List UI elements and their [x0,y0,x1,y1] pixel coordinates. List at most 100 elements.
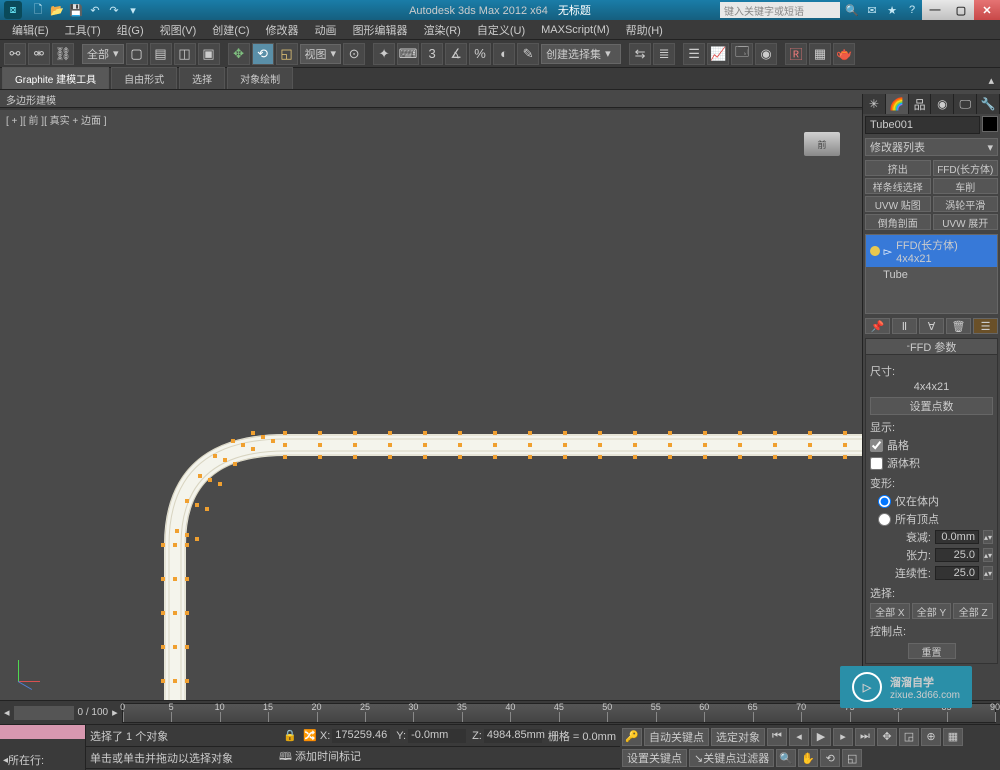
key-lock-icon[interactable]: 🔑 [622,728,642,746]
mirror-icon[interactable]: ⇆ [629,43,651,65]
viewport-label[interactable]: [ + ][ 前 ][ 真实 + 边面 ] [6,112,107,127]
menu-tools[interactable]: 工具(T) [57,22,109,38]
render-setup-icon[interactable]: 🅁 [785,43,807,65]
edit-selset-icon[interactable]: ✎ [517,43,539,65]
source-checkbox[interactable]: 源体积 [870,455,993,471]
coord-y[interactable]: Y:-0.0mm [396,729,466,743]
menu-customize[interactable]: 自定义(U) [469,22,533,38]
selection-filter-dropdown[interactable]: 全部▾ [82,44,124,64]
object-name-input[interactable]: Tube001 [865,116,980,134]
menu-group[interactable]: 组(G) [109,22,152,38]
remove-icon[interactable]: 🗑 [946,318,971,334]
menu-grapheditors[interactable]: 图形编辑器 [345,22,416,38]
qat-undo-icon[interactable]: ↶ [87,2,103,18]
coord-x[interactable]: 🔀 X:175259.46 [303,729,390,743]
manipulate-icon[interactable]: ✦ [373,43,395,65]
tab-paint[interactable]: 对象绘制 [227,67,293,89]
align-icon[interactable]: ≣ [653,43,675,65]
menu-modifiers[interactable]: 修改器 [258,22,307,38]
mod-btn-spline[interactable]: 样条线选择 [865,178,931,194]
qat-redo-icon[interactable]: ↷ [106,2,122,18]
pin-stack-icon[interactable]: 📌 [865,318,890,334]
nav-pan-icon[interactable]: ✋ [798,749,818,767]
keyfilter-button[interactable]: ↘ 关键点过滤器 [689,749,774,767]
tab-selection[interactable]: 选择 [179,67,225,89]
select-by-name-icon[interactable]: ▤ [150,43,172,65]
named-selset-dropdown[interactable]: 创建选择集▾ [541,44,621,64]
menu-maxscript[interactable]: MAXScript(M) [533,24,617,36]
mod-btn-bevel[interactable]: 倒角剖面 [865,214,931,230]
lattice-checkbox[interactable]: 晶格 [870,437,993,453]
unique-icon[interactable]: ∀ [919,318,944,334]
stack-item-ffd[interactable]: ▻ FFD(长方体) 4x4x21 [866,235,997,267]
menu-animation[interactable]: 动画 [307,22,345,38]
time-slider-handle[interactable] [14,706,74,720]
selected-object-tube[interactable] [155,345,875,725]
tab-display-icon[interactable]: 🖵 [954,94,977,114]
lock-icon[interactable]: 🔒 [283,729,297,742]
percent-snap-icon[interactable]: % [469,43,491,65]
curve-editor-icon[interactable]: 📈 [707,43,729,65]
tension-spinner[interactable]: 张力:25.0▴▾ [870,547,993,563]
rotate-icon[interactable]: ⟲ [252,43,274,65]
select-region-icon[interactable]: ◫ [174,43,196,65]
stack-item-tube[interactable]: Tube [866,267,997,283]
track-row[interactable] [0,725,85,739]
selset-field[interactable]: 选定对象 [711,728,765,746]
tab-freeform[interactable]: 自由形式 [111,67,177,89]
tab-motion-icon[interactable]: ◉ [931,94,954,114]
autokey-button[interactable]: 自动关键点 [644,728,709,746]
minimize-button[interactable]: — [922,0,948,20]
modifier-stack[interactable]: ▻ FFD(长方体) 4x4x21 Tube [865,234,998,314]
bind-icon[interactable]: ⛓ [52,43,74,65]
prev-frame-icon[interactable]: ◂ [789,728,809,746]
add-time-tag-button[interactable]: 🕮 添加时间标记 [279,748,361,767]
help-search-input[interactable]: 键入关键字或短语 [720,2,840,18]
object-color-swatch[interactable] [982,116,998,132]
deform-in-radio[interactable]: 仅在体内 [878,493,993,509]
track-row[interactable] [0,739,85,753]
timeline-arrow-right-icon[interactable]: ▸ [112,706,118,719]
tab-graphite[interactable]: Graphite 建模工具 [2,67,109,89]
qat-save-icon[interactable]: 💾 [68,2,84,18]
nav-zoom-icon[interactable]: 🔍 [776,749,796,767]
continuity-spinner[interactable]: 连续性:25.0▴▾ [870,565,993,581]
viewport[interactable]: [ + ][ 前 ][ 真实 + 边面 ] 前 [0,110,862,700]
favorites-icon[interactable]: ★ [884,2,900,18]
schematic-icon[interactable]: 🗔 [731,43,753,65]
tab-hierarchy-icon[interactable]: 品 [909,94,932,114]
keymode-icon[interactable]: ⌨ [397,43,419,65]
help-search-icon[interactable]: 🔍 [844,2,860,18]
tab-utilities-icon[interactable]: 🔧 [977,94,1000,114]
mod-btn-lathe[interactable]: 车削 [933,178,999,194]
snap-toggle-icon[interactable]: 3 [421,43,443,65]
ref-coord-dropdown[interactable]: 视图▾ [300,44,342,64]
qat-new-icon[interactable]: 🗋 [30,2,46,18]
coord-z[interactable]: Z:4984.85mm [472,729,542,743]
pivot-icon[interactable]: ⊙ [343,43,365,65]
timeline-arrow-left-icon[interactable]: ◂ [4,706,10,719]
help-icon[interactable]: ? [904,2,920,18]
nav-icon[interactable]: ✥ [877,728,897,746]
maximize-button[interactable]: ▢ [948,0,974,20]
menu-rendering[interactable]: 渲染(R) [416,22,469,38]
window-crossing-icon[interactable]: ▣ [198,43,220,65]
next-frame-icon[interactable]: ▸ [833,728,853,746]
nav-icon[interactable]: ▦ [943,728,963,746]
cp-reset-button[interactable]: 重置 [908,643,956,659]
mod-btn-extrude[interactable]: 挤出 [865,160,931,176]
show-result-icon[interactable]: Ⅱ [892,318,917,334]
menu-create[interactable]: 创建(C) [204,22,257,38]
scale-icon[interactable]: ◱ [276,43,298,65]
set-points-button[interactable]: 设置点数 [870,397,993,415]
mod-btn-ffd[interactable]: FFD(长方体) [933,160,999,176]
menu-help[interactable]: 帮助(H) [618,22,671,38]
play-icon[interactable]: ▶ [811,728,831,746]
mod-btn-unwrap[interactable]: UVW 展开 [933,214,999,230]
link-icon[interactable]: ⚯ [4,43,26,65]
angle-snap-icon[interactable]: ∡ [445,43,467,65]
material-editor-icon[interactable]: ◉ [755,43,777,65]
sel-all-x-button[interactable]: 全部 X [870,603,910,619]
bulb-icon[interactable] [870,246,880,256]
mod-btn-turbo[interactable]: 涡轮平滑 [933,196,999,212]
